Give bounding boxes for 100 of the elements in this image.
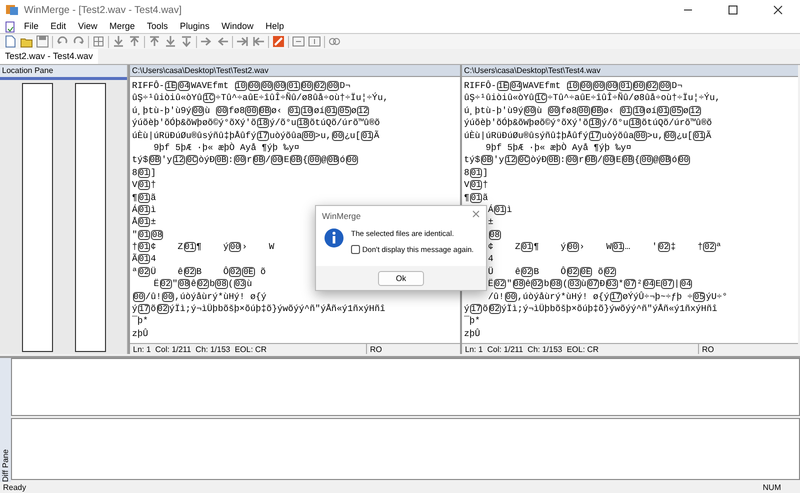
byte-marker: 03	[234, 279, 246, 290]
byte-marker: 00	[566, 155, 578, 166]
byte-marker: 00	[566, 242, 579, 252]
arrow-up-icon[interactable]	[128, 35, 141, 48]
code-text: /û!	[145, 292, 162, 302]
code-text: úÈù|úRüÐúØu®ûsýñû‡þÅûfý	[464, 130, 588, 141]
byte-marker: 00	[524, 106, 536, 116]
byte-marker: 07	[661, 279, 674, 290]
code-text: ÷Tû^÷aûE÷îûÎ÷Ñû/ø8ûå÷où†÷Ïu¦÷Ýu,	[547, 93, 720, 104]
code-text: (	[562, 279, 568, 290]
menu-item[interactable]: Plugins	[174, 20, 216, 34]
code-text: ýU÷°	[706, 292, 728, 302]
byte-marker: 01	[138, 168, 150, 178]
byte-marker: 02	[314, 81, 326, 91]
menu-item[interactable]: File	[18, 20, 45, 34]
columns-icon[interactable]	[92, 35, 105, 48]
byte-marker: 0B	[590, 106, 603, 116]
arrow-down-icon[interactable]	[180, 35, 193, 48]
byte-marker: 18	[588, 118, 601, 128]
menu-item[interactable]: Help	[259, 20, 290, 34]
byte-marker: 07	[586, 279, 600, 290]
byte-marker: 02	[156, 304, 169, 314]
byte-marker: 0B	[658, 155, 672, 166]
arrow-left-icon[interactable]	[216, 35, 229, 48]
byte-marker: 0E	[580, 266, 592, 277]
byte-marker: 10	[633, 106, 646, 116]
code-text: (	[228, 279, 234, 290]
menu-item[interactable]: Merge	[103, 20, 141, 34]
code-text: Ð	[600, 279, 606, 290]
menu-item[interactable]: Tools	[140, 20, 174, 34]
options-icon[interactable]	[272, 35, 285, 48]
code-text: zþÛ	[464, 328, 480, 339]
code-text: õ	[482, 304, 488, 314]
ok-button[interactable]: Ok	[378, 271, 424, 286]
menu-item[interactable]: View	[72, 20, 104, 34]
code-text: RIFFÔ-	[464, 81, 496, 91]
byte-marker: 00	[132, 292, 145, 302]
byte-marker: 01	[138, 192, 150, 203]
byte-marker: 01	[325, 106, 338, 116]
code-text: õtúQõ/úrõ™û®õ	[642, 118, 712, 128]
arrow-right-icon[interactable]	[236, 35, 249, 48]
code-text: ì	[150, 204, 156, 215]
byte-marker: 00	[664, 130, 676, 141]
byte-marker: 02	[494, 279, 506, 290]
code-text: fø8	[560, 106, 577, 116]
arrow-right-icon[interactable]	[200, 35, 213, 48]
byte-marker: 17	[138, 304, 150, 314]
code-text: Ã	[132, 254, 138, 264]
document-icon[interactable]	[4, 20, 16, 32]
checkbox[interactable]	[351, 244, 360, 254]
arrow-up-icon[interactable]	[148, 35, 161, 48]
code-text: ª	[716, 242, 722, 252]
byte-marker: 01	[620, 106, 632, 116]
byte-marker: 05	[338, 106, 351, 116]
link-icon[interactable]	[328, 35, 341, 48]
menu-item[interactable]: Edit	[44, 20, 72, 34]
byte-marker: 01	[138, 204, 150, 215]
code-text: ýúõèþ'õÓþ&õWþøõ©ý°õXý'õ	[464, 118, 588, 128]
byte-marker: 02	[138, 266, 150, 277]
code-text: ±	[150, 217, 156, 228]
code-text: ¿u[	[676, 130, 693, 141]
byte-marker: 0B	[252, 155, 265, 166]
code-text: ¯þ*	[132, 316, 148, 326]
byte-marker: 01	[470, 192, 482, 203]
byte-marker: 17	[588, 130, 601, 141]
byte-marker: 00	[308, 155, 321, 166]
code-text: ê	[525, 279, 531, 290]
arrow-down-icon[interactable]	[112, 35, 125, 48]
code-text: ø‹	[271, 106, 284, 116]
arrow-left-icon[interactable]	[252, 35, 265, 48]
code-text: 8	[464, 168, 470, 178]
byte-marker: 04	[178, 81, 190, 91]
code-text: ý	[132, 304, 138, 314]
code-text: øí	[314, 106, 325, 116]
close-icon[interactable]	[772, 5, 782, 15]
code-text: 9þf 5þÆ ·þ« æþÒ Ayå ¶ýþ ‰y¤	[484, 142, 632, 153]
code-text: fø8	[228, 106, 245, 116]
code-text: › W	[579, 242, 612, 252]
byte-marker: 0E	[242, 266, 255, 277]
code-text: ýÏì;ý¬ìÜþbõšþ×õúþ‡õ}ýwõýý^ñ"ýÅñ«ý1ñxýHñî	[169, 304, 386, 314]
code-text: RIFFÔ-	[132, 81, 164, 91]
byte-marker: 02	[488, 304, 501, 314]
menu-item[interactable]: Window	[215, 20, 260, 34]
app-logo-icon	[5, 3, 19, 17]
byte-marker: 01	[470, 168, 482, 178]
maximize-icon[interactable]	[728, 5, 738, 15]
code-text: õtúQõ/úrõ™û®õ	[310, 118, 380, 128]
code-text: ÷Tû^÷aûE÷îûÎ÷Ñû/ø8ûå÷où†÷Ïu¦÷Ýu,	[215, 93, 388, 104]
save-icon[interactable]	[36, 35, 49, 48]
code-text: Ã	[374, 130, 380, 141]
status-text: RO	[698, 344, 714, 354]
arrow-down-icon[interactable]	[164, 35, 177, 48]
byte-marker: 01	[494, 204, 506, 215]
code-text: ú¸þtù-þ'ù9ý	[132, 106, 192, 116]
byte-marker: 17	[470, 304, 482, 314]
byte-marker: 02	[566, 266, 579, 277]
code-text: ýúõèþ'õÓþ&õWþøõ©ý°õXý'õ	[132, 118, 256, 128]
byte-marker: 00	[162, 292, 174, 302]
byte-marker: 00	[634, 130, 647, 141]
byte-marker: 01	[361, 130, 374, 141]
